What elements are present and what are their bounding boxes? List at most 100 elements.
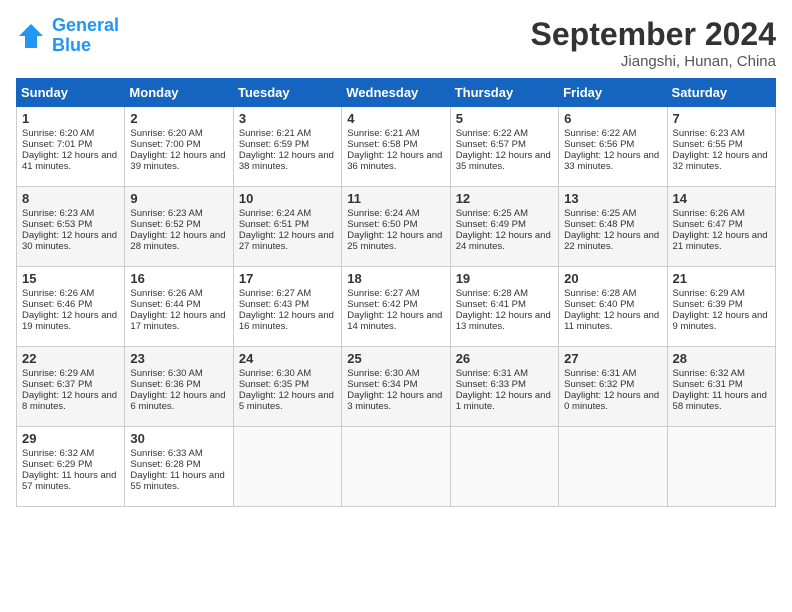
- sunset: Sunset: 6:56 PM: [564, 139, 634, 150]
- daylight: Daylight: 12 hours and 1 minute.: [456, 390, 551, 412]
- day-header-wednesday: Wednesday: [342, 79, 450, 107]
- day-number: 24: [239, 351, 336, 366]
- day-header-friday: Friday: [559, 79, 667, 107]
- calendar-body: 1 Sunrise: 6:20 AM Sunset: 7:01 PM Dayli…: [17, 107, 776, 507]
- daylight: Daylight: 12 hours and 8 minutes.: [22, 390, 117, 412]
- daylight: Daylight: 11 hours and 57 minutes.: [22, 470, 116, 492]
- calendar-cell: 21 Sunrise: 6:29 AM Sunset: 6:39 PM Dayl…: [667, 267, 775, 347]
- sunset: Sunset: 6:49 PM: [456, 219, 526, 230]
- sunrise: Sunrise: 6:20 AM: [22, 128, 94, 139]
- calendar-cell: 16 Sunrise: 6:26 AM Sunset: 6:44 PM Dayl…: [125, 267, 233, 347]
- sunset: Sunset: 6:29 PM: [22, 459, 92, 470]
- calendar-cell: [342, 427, 450, 507]
- day-number: 14: [673, 191, 770, 206]
- day-number: 11: [347, 191, 444, 206]
- daylight: Daylight: 12 hours and 24 minutes.: [456, 230, 551, 252]
- day-number: 8: [22, 191, 119, 206]
- sunset: Sunset: 6:43 PM: [239, 299, 309, 310]
- daylight: Daylight: 12 hours and 30 minutes.: [22, 230, 117, 252]
- sunrise: Sunrise: 6:25 AM: [456, 208, 528, 219]
- calendar-cell: 24 Sunrise: 6:30 AM Sunset: 6:35 PM Dayl…: [233, 347, 341, 427]
- sunset: Sunset: 6:48 PM: [564, 219, 634, 230]
- day-number: 27: [564, 351, 661, 366]
- sunrise: Sunrise: 6:21 AM: [347, 128, 419, 139]
- calendar-cell: 28 Sunrise: 6:32 AM Sunset: 6:31 PM Dayl…: [667, 347, 775, 427]
- sunrise: Sunrise: 6:30 AM: [347, 368, 419, 379]
- daylight: Daylight: 12 hours and 0 minutes.: [564, 390, 659, 412]
- sunset: Sunset: 6:46 PM: [22, 299, 92, 310]
- sunrise: Sunrise: 6:25 AM: [564, 208, 636, 219]
- sunrise: Sunrise: 6:24 AM: [347, 208, 419, 219]
- calendar-cell: 8 Sunrise: 6:23 AM Sunset: 6:53 PM Dayli…: [17, 187, 125, 267]
- week-row-4: 22 Sunrise: 6:29 AM Sunset: 6:37 PM Dayl…: [17, 347, 776, 427]
- calendar-cell: 12 Sunrise: 6:25 AM Sunset: 6:49 PM Dayl…: [450, 187, 558, 267]
- calendar-cell: 4 Sunrise: 6:21 AM Sunset: 6:58 PM Dayli…: [342, 107, 450, 187]
- calendar-cell: [667, 427, 775, 507]
- daylight: Daylight: 12 hours and 27 minutes.: [239, 230, 334, 252]
- daylight: Daylight: 12 hours and 17 minutes.: [130, 310, 225, 332]
- day-number: 4: [347, 111, 444, 126]
- sunset: Sunset: 6:44 PM: [130, 299, 200, 310]
- sunset: Sunset: 7:01 PM: [22, 139, 92, 150]
- sunset: Sunset: 6:51 PM: [239, 219, 309, 230]
- sunrise: Sunrise: 6:31 AM: [564, 368, 636, 379]
- sunset: Sunset: 6:41 PM: [456, 299, 526, 310]
- sunset: Sunset: 6:47 PM: [673, 219, 743, 230]
- week-row-5: 29 Sunrise: 6:32 AM Sunset: 6:29 PM Dayl…: [17, 427, 776, 507]
- daylight: Daylight: 12 hours and 39 minutes.: [130, 150, 225, 172]
- calendar-cell: 9 Sunrise: 6:23 AM Sunset: 6:52 PM Dayli…: [125, 187, 233, 267]
- day-number: 18: [347, 271, 444, 286]
- sunrise: Sunrise: 6:24 AM: [239, 208, 311, 219]
- calendar-cell: [450, 427, 558, 507]
- day-number: 20: [564, 271, 661, 286]
- sunrise: Sunrise: 6:33 AM: [130, 448, 202, 459]
- daylight: Daylight: 12 hours and 14 minutes.: [347, 310, 442, 332]
- day-number: 6: [564, 111, 661, 126]
- calendar-cell: 19 Sunrise: 6:28 AM Sunset: 6:41 PM Dayl…: [450, 267, 558, 347]
- sunset: Sunset: 6:35 PM: [239, 379, 309, 390]
- sunrise: Sunrise: 6:23 AM: [22, 208, 94, 219]
- calendar-cell: 6 Sunrise: 6:22 AM Sunset: 6:56 PM Dayli…: [559, 107, 667, 187]
- sunrise: Sunrise: 6:29 AM: [673, 288, 745, 299]
- day-number: 1: [22, 111, 119, 126]
- calendar-table: SundayMondayTuesdayWednesdayThursdayFrid…: [16, 78, 776, 507]
- daylight: Daylight: 12 hours and 32 minutes.: [673, 150, 768, 172]
- sunrise: Sunrise: 6:27 AM: [347, 288, 419, 299]
- calendar-cell: [233, 427, 341, 507]
- sunrise: Sunrise: 6:31 AM: [456, 368, 528, 379]
- daylight: Daylight: 12 hours and 3 minutes.: [347, 390, 442, 412]
- sunrise: Sunrise: 6:32 AM: [22, 448, 94, 459]
- sunrise: Sunrise: 6:30 AM: [239, 368, 311, 379]
- daylight: Daylight: 12 hours and 28 minutes.: [130, 230, 225, 252]
- daylight: Daylight: 12 hours and 22 minutes.: [564, 230, 659, 252]
- day-number: 12: [456, 191, 553, 206]
- day-number: 30: [130, 431, 227, 446]
- day-number: 3: [239, 111, 336, 126]
- sunrise: Sunrise: 6:30 AM: [130, 368, 202, 379]
- day-number: 29: [22, 431, 119, 446]
- daylight: Daylight: 12 hours and 6 minutes.: [130, 390, 225, 412]
- day-number: 26: [456, 351, 553, 366]
- sunrise: Sunrise: 6:29 AM: [22, 368, 94, 379]
- daylight: Daylight: 12 hours and 25 minutes.: [347, 230, 442, 252]
- daylight: Daylight: 12 hours and 19 minutes.: [22, 310, 117, 332]
- logo-line1: General: [52, 15, 119, 35]
- calendar-cell: 5 Sunrise: 6:22 AM Sunset: 6:57 PM Dayli…: [450, 107, 558, 187]
- calendar-cell: 20 Sunrise: 6:28 AM Sunset: 6:40 PM Dayl…: [559, 267, 667, 347]
- sunset: Sunset: 6:36 PM: [130, 379, 200, 390]
- daylight: Daylight: 12 hours and 5 minutes.: [239, 390, 334, 412]
- daylight: Daylight: 12 hours and 33 minutes.: [564, 150, 659, 172]
- calendar-cell: 14 Sunrise: 6:26 AM Sunset: 6:47 PM Dayl…: [667, 187, 775, 267]
- calendar-cell: 23 Sunrise: 6:30 AM Sunset: 6:36 PM Dayl…: [125, 347, 233, 427]
- calendar-cell: 18 Sunrise: 6:27 AM Sunset: 6:42 PM Dayl…: [342, 267, 450, 347]
- location: Jiangshi, Hunan, China: [531, 53, 776, 70]
- daylight: Daylight: 12 hours and 13 minutes.: [456, 310, 551, 332]
- calendar-cell: 27 Sunrise: 6:31 AM Sunset: 6:32 PM Dayl…: [559, 347, 667, 427]
- week-row-1: 1 Sunrise: 6:20 AM Sunset: 7:01 PM Dayli…: [17, 107, 776, 187]
- day-number: 7: [673, 111, 770, 126]
- sunset: Sunset: 6:59 PM: [239, 139, 309, 150]
- daylight: Daylight: 11 hours and 55 minutes.: [130, 470, 224, 492]
- logo-text: General Blue: [52, 16, 119, 56]
- sunrise: Sunrise: 6:26 AM: [130, 288, 202, 299]
- day-number: 15: [22, 271, 119, 286]
